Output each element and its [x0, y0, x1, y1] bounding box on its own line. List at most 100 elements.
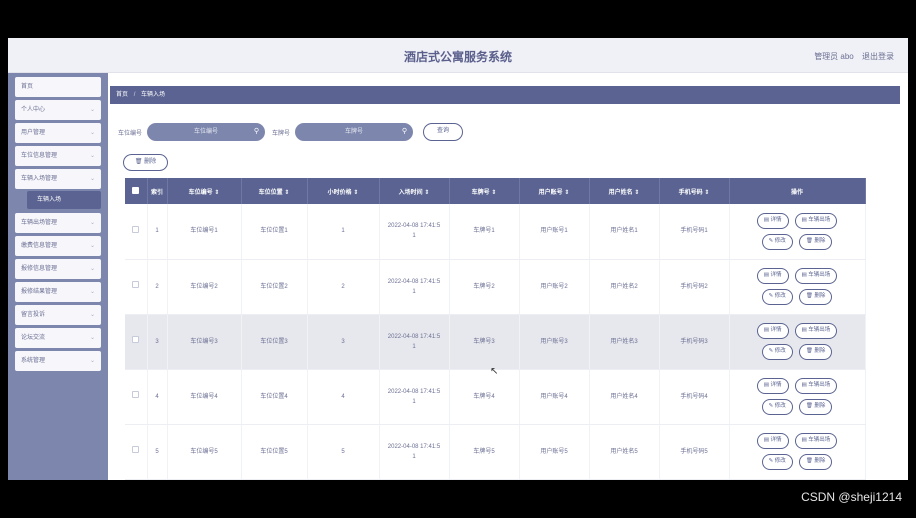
plate-label: 车牌号: [272, 130, 291, 137]
vehicle-exit-button[interactable]: ▤ 车辆出场: [794, 268, 838, 284]
sidebar-item[interactable]: 论坛交流 ⌄: [15, 328, 101, 348]
sidebar-item[interactable]: 车位信息管理 ⌄: [15, 146, 101, 166]
delete-button[interactable]: 🗑︎ 删除: [798, 289, 833, 305]
entry-time-line1: 2022-04-08 17:41:5: [387, 223, 441, 230]
sidebar-item[interactable]: 系统管理 ⌄: [15, 351, 101, 371]
row-checkbox[interactable]: [132, 446, 140, 453]
sidebar-item[interactable]: 个人中心 ⌄: [15, 100, 101, 120]
row-checkbox[interactable]: [132, 281, 140, 288]
sidebar-item[interactable]: 缴费信息管理 ⌄: [15, 236, 101, 256]
row-checkbox-cell: [125, 259, 148, 315]
cell-phone: 手机号码3: [659, 314, 730, 370]
row-checkbox[interactable]: [132, 225, 140, 233]
admin-info: 管理员 abo 退出登录: [808, 51, 894, 62]
operations-row: ▤ 详情 ▤ 车辆出场: [756, 378, 838, 394]
column-header[interactable]: 车牌号 ⇕: [449, 178, 520, 204]
chevron-down-icon: ⌄: [89, 312, 95, 318]
edit-label: 修改: [774, 403, 786, 409]
edit-button[interactable]: ✎ 修改: [761, 399, 793, 415]
vehicle-exit-button[interactable]: ▤ 车辆出场: [794, 212, 838, 229]
operations-cell: ▤ 详情 ▤ 车辆出场 ✎ 修改 🗑︎ 删除: [729, 259, 866, 315]
select-all-checkbox-cell: [125, 178, 148, 204]
delete-label: 删除: [814, 458, 826, 464]
chevron-down-icon: ⌄: [89, 358, 95, 364]
vehicle-exit-label: 车辆出场: [808, 216, 831, 223]
edit-button[interactable]: ✎ 修改: [761, 344, 793, 360]
detail-button[interactable]: ▤ 详情: [756, 268, 789, 284]
cell-index: 3: [147, 314, 168, 370]
sidebar-item-label: 缴费信息管理: [21, 243, 58, 249]
cell-index: 4: [147, 369, 168, 425]
column-header[interactable]: 入场时间 ⇕: [379, 178, 450, 204]
admin-label: 管理员 abo: [814, 52, 854, 61]
logout-link[interactable]: 退出登录: [862, 52, 894, 61]
cell-index: 2: [147, 259, 168, 315]
delete-button[interactable]: 🗑︎ 删除: [798, 233, 833, 250]
sidebar-item[interactable]: 车辆出场管理 ⌄: [15, 213, 101, 233]
detail-button[interactable]: ▤ 详情: [756, 378, 789, 394]
cell-phone: 手机号码1: [659, 204, 730, 260]
column-header[interactable]: 用户账号 ⇕: [519, 178, 590, 204]
column-header[interactable]: 用户姓名 ⇕: [589, 178, 660, 204]
detail-button[interactable]: ▤ 详情: [756, 433, 789, 449]
delete-label: 删除: [814, 293, 826, 299]
detail-label: 详情: [770, 272, 782, 278]
cell-plate: 车牌号1: [449, 204, 520, 260]
operations-group: ▤ 详情 ▤ 车辆出场 ✎ 修改 🗑︎ 删除: [756, 433, 838, 470]
column-header[interactable]: 手机号码 ⇕: [659, 178, 730, 204]
delete-label: 删除: [814, 348, 826, 354]
cell-account: 用户账号1: [519, 204, 590, 260]
vehicle-exit-button[interactable]: ▤ 车辆出场: [794, 323, 838, 339]
detail-label: 详情: [770, 437, 782, 443]
slot-no-input[interactable]: 车位编号 ⚲: [147, 123, 266, 141]
cell-name: 用户姓名2: [589, 259, 660, 315]
sidebar-subitem-active[interactable]: 车辆入场: [27, 191, 101, 209]
cell-price: 1: [307, 204, 380, 260]
edit-button[interactable]: ✎ 修改: [761, 289, 793, 305]
vehicle-exit-button[interactable]: ▤ 车辆出场: [794, 433, 838, 449]
cell-account: 用户账号4: [519, 369, 590, 425]
edit-button[interactable]: ✎ 修改: [761, 454, 793, 470]
app-window: 酒店式公寓服务系统 管理员 abo 退出登录 首页 个人中心 ⌄ 用户管理 ⌄ 车位信息管…: [8, 38, 908, 480]
sidebar-item[interactable]: 报修信息管理 ⌄: [15, 259, 101, 279]
edit-button[interactable]: ✎ 修改: [761, 233, 793, 250]
query-button[interactable]: 查询: [423, 123, 464, 141]
column-header[interactable]: 车位编号 ⇕: [167, 178, 242, 204]
cell-slot-no: 车位编号3: [167, 314, 242, 370]
sidebar-item[interactable]: 车辆入场管理 ⌄: [15, 169, 101, 189]
delete-button[interactable]: 🗑︎ 删除: [798, 454, 833, 470]
operations-cell: ▤ 详情 ▤ 车辆出场 ✎ 修改 🗑︎ 删除: [729, 424, 866, 480]
operations-row: ▤ 详情 ▤ 车辆出场: [756, 268, 838, 284]
breadcrumb: 首页 / 车辆入场: [110, 86, 900, 104]
sidebar-item[interactable]: 首页: [15, 77, 101, 97]
sidebar-item[interactable]: 留言投诉 ⌄: [15, 305, 101, 325]
operations-row: ✎ 修改 🗑︎ 删除: [761, 289, 833, 305]
delete-button[interactable]: 🗑︎ 删除: [798, 399, 833, 415]
cell-name: 用户姓名4: [589, 369, 660, 425]
sidebar-item[interactable]: 报修结果管理 ⌄: [15, 282, 101, 302]
table-row: 1 车位编号1 车位位置1 1 2022-04-08 17:41:5 1 车牌号1 用户账号1…: [125, 204, 866, 260]
column-header[interactable]: 小时价格 ⇕: [307, 178, 380, 204]
delete-button[interactable]: 🗑︎ 删除: [798, 344, 833, 360]
row-checkbox-cell: [125, 204, 148, 260]
cell-phone: 手机号码2: [659, 259, 730, 315]
entry-time-cell: 2022-04-08 17:41:5 1: [379, 204, 450, 260]
watermark: CSDN @sheji1214: [801, 490, 902, 504]
detail-button[interactable]: ▤ 详情: [756, 212, 789, 229]
operations-row: ✎ 修改 🗑︎ 删除: [761, 233, 833, 250]
sidebar-item-label: 个人中心: [21, 107, 46, 113]
breadcrumb-home[interactable]: 首页: [116, 92, 128, 98]
select-all-checkbox[interactable]: [132, 186, 140, 194]
row-checkbox[interactable]: [132, 391, 140, 398]
column-header[interactable]: 车位位置 ⇕: [241, 178, 308, 204]
sidebar-item[interactable]: 用户管理 ⌄: [15, 123, 101, 143]
row-checkbox[interactable]: [132, 336, 140, 343]
chevron-down-icon: ⌄: [89, 176, 95, 182]
batch-delete-button[interactable]: 🗑︎ 删除: [123, 154, 168, 171]
operations-row: ✎ 修改 🗑︎ 删除: [761, 454, 833, 470]
row-checkbox-cell: [125, 314, 148, 370]
sidebar-item-label: 留言投诉: [21, 312, 46, 318]
plate-input[interactable]: 车牌号 ⚲: [295, 123, 414, 141]
vehicle-exit-button[interactable]: ▤ 车辆出场: [794, 378, 838, 394]
detail-button[interactable]: ▤ 详情: [756, 323, 789, 339]
